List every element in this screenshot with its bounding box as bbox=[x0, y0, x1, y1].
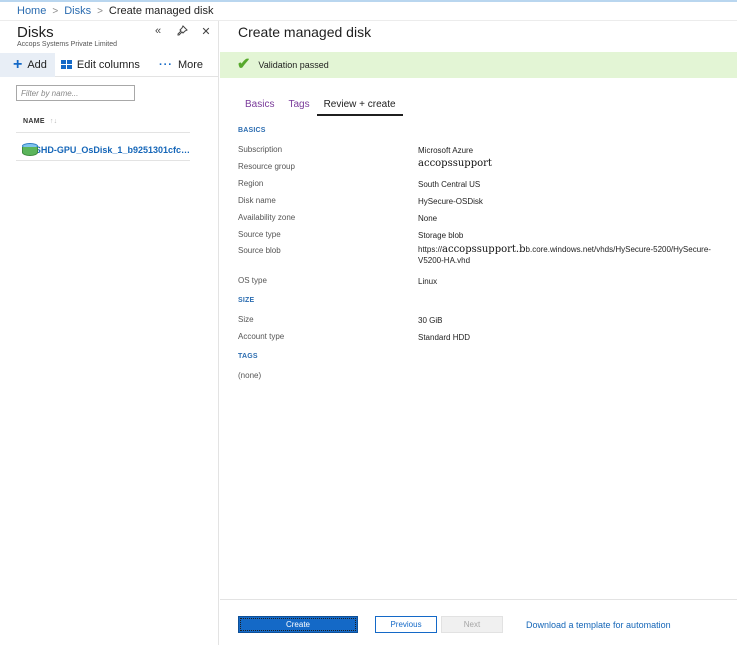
field-value: Linux bbox=[418, 277, 438, 286]
pin-icon[interactable] bbox=[176, 25, 188, 39]
blob-account: accopssupport.b bbox=[442, 244, 526, 255]
section-heading-tags: TAGS bbox=[238, 353, 258, 360]
field-label: Source blob bbox=[238, 246, 281, 255]
blade-subtitle: Accops Systems Private Limited bbox=[17, 41, 117, 48]
disk-name-link[interactable]: SHD-GPU_OsDisk_1_b9251301cfc… bbox=[35, 145, 190, 155]
collapse-icon[interactable]: « bbox=[152, 25, 164, 39]
field-label: Size bbox=[238, 315, 254, 324]
disk-icon bbox=[22, 142, 38, 157]
divider bbox=[16, 132, 190, 133]
field-label: Resource group bbox=[238, 162, 295, 171]
next-button[interactable]: Next bbox=[441, 616, 503, 633]
field-label: Subscription bbox=[238, 145, 283, 154]
disks-blade: Disks Accops Systems Private Limited « ✕… bbox=[0, 21, 219, 645]
ellipsis-icon: ··· bbox=[158, 58, 173, 71]
breadcrumb-current: Create managed disk bbox=[108, 5, 214, 17]
download-template-link[interactable]: Download a template for automation bbox=[526, 620, 671, 630]
tags-value: (none) bbox=[238, 371, 262, 380]
create-button[interactable]: Create bbox=[238, 616, 358, 633]
plus-icon: + bbox=[13, 55, 23, 73]
field-label: Region bbox=[238, 179, 264, 188]
breadcrumb-separator-icon: > bbox=[97, 5, 103, 17]
previous-button[interactable]: Previous bbox=[375, 616, 437, 633]
add-button-label: Add bbox=[27, 58, 47, 71]
source-blob-value: https://accopssupport.bb.core.windows.ne… bbox=[418, 244, 728, 266]
breadcrumb-disks[interactable]: Disks bbox=[64, 5, 91, 17]
create-disk-blade: Create managed disk ✔ Validation passed … bbox=[220, 21, 737, 645]
field-value: Microsoft Azure bbox=[418, 146, 474, 155]
field-value: Standard HDD bbox=[418, 333, 471, 342]
add-button[interactable]: + Add bbox=[0, 52, 55, 77]
breadcrumb-separator-icon: > bbox=[52, 5, 59, 17]
column-header-name[interactable]: NAME ↑↓ bbox=[23, 118, 57, 125]
validation-banner: ✔ Validation passed bbox=[220, 52, 737, 78]
tab-review-create[interactable]: Review + create bbox=[316, 97, 403, 116]
tab-bar: Basics Tags Review + create bbox=[238, 97, 403, 116]
more-label: More bbox=[177, 58, 203, 71]
field-value: HySecure-OSDisk bbox=[418, 197, 483, 206]
field-label: OS type bbox=[238, 276, 267, 285]
tab-basics[interactable]: Basics bbox=[238, 97, 281, 116]
blade-title: Disks bbox=[17, 24, 54, 41]
field-value: Storage blob bbox=[418, 231, 464, 240]
filter-input[interactable] bbox=[16, 85, 135, 101]
field-label: Account type bbox=[238, 332, 285, 341]
field-label: Source type bbox=[238, 230, 281, 239]
close-icon[interactable]: ✕ bbox=[200, 25, 212, 39]
validation-text: Validation passed bbox=[258, 60, 329, 70]
field-value: South Central US bbox=[418, 180, 481, 189]
tab-tags[interactable]: Tags bbox=[281, 97, 316, 116]
field-value: None bbox=[418, 214, 438, 223]
blade-controls: « ✕ bbox=[152, 25, 212, 39]
toolbar: + Add Edit columns ··· More bbox=[0, 52, 219, 77]
divider bbox=[220, 599, 737, 600]
sort-icon: ↑↓ bbox=[49, 118, 58, 125]
more-button[interactable]: ··· More bbox=[159, 59, 203, 71]
section-heading-size: SIZE bbox=[238, 297, 255, 304]
columns-icon bbox=[60, 60, 72, 69]
section-heading-basics: BASICS bbox=[238, 127, 266, 134]
field-value: 30 GiB bbox=[418, 316, 443, 325]
checkmark-icon: ✔ bbox=[237, 56, 251, 73]
page-title: Create managed disk bbox=[238, 24, 372, 40]
breadcrumb: Home > Disks > Create managed disk bbox=[0, 2, 737, 21]
field-label: Availability zone bbox=[238, 213, 296, 222]
field-label: Disk name bbox=[238, 196, 276, 205]
breadcrumb-home[interactable]: Home bbox=[17, 5, 46, 17]
table-row[interactable]: SHD-GPU_OsDisk_1_b9251301cfc… bbox=[16, 139, 190, 161]
blob-prefix: https:// bbox=[418, 245, 443, 254]
edit-columns-label: Edit columns bbox=[76, 58, 140, 71]
edit-columns-button[interactable]: Edit columns bbox=[60, 58, 140, 71]
field-value: accopssupport bbox=[418, 158, 492, 169]
column-header-label: NAME bbox=[23, 118, 45, 125]
